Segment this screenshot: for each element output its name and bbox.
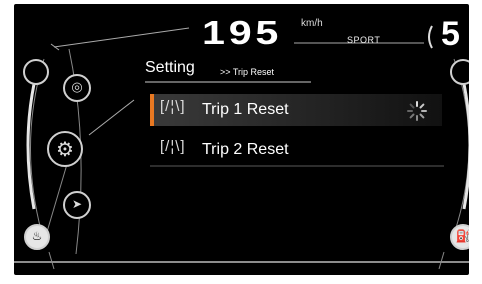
menu-title: Setting — [145, 59, 195, 76]
fuel-pump-icon: ⛽ — [455, 229, 469, 243]
selection-indicator — [150, 94, 154, 126]
trip-icon: [/¦\] — [160, 138, 186, 155]
fuel-gauge: ⛽ — [450, 224, 469, 250]
menu-item-trip-2-reset[interactable]: [/¦\] Trip 2 Reset — [150, 134, 442, 166]
left-gauge-knob — [23, 59, 49, 85]
settings-menu-button[interactable]: ⚙ — [47, 131, 83, 167]
right-gauge-knob — [450, 59, 469, 85]
menu-item-label: Trip 2 Reset — [202, 141, 289, 158]
trip-icon: [/¦\] — [160, 98, 186, 115]
oil-temp-gauge: ♨ — [24, 224, 50, 250]
menu-item-trip-1-reset[interactable]: [/¦\] Trip 1 Reset — [150, 94, 442, 126]
breadcrumb: >> Trip Reset — [220, 67, 275, 77]
menu-item-label: Trip 1 Reset — [202, 101, 289, 118]
settings-gear-icon: ⚙ — [56, 139, 74, 161]
gear-indicator: 5 — [441, 15, 460, 53]
oil-temperature-icon: ♨ — [31, 229, 43, 243]
loading-spinner-icon — [407, 101, 427, 121]
navigation-menu-button[interactable]: ➤ — [63, 191, 91, 219]
camera-menu-button[interactable]: ◎ — [63, 74, 91, 102]
camera-icon: ◎ — [71, 79, 83, 94]
dashboard-screen: 195 km/h SPORT 5 ◎ ⚙ ➤ ♨ ⛽ Setting >> Tr… — [14, 4, 469, 275]
speed-readout: 195 — [202, 14, 283, 51]
drive-mode-label: SPORT — [347, 35, 381, 45]
navigation-arrow-icon: ➤ — [71, 197, 83, 211]
speed-unit: km/h — [301, 18, 323, 29]
